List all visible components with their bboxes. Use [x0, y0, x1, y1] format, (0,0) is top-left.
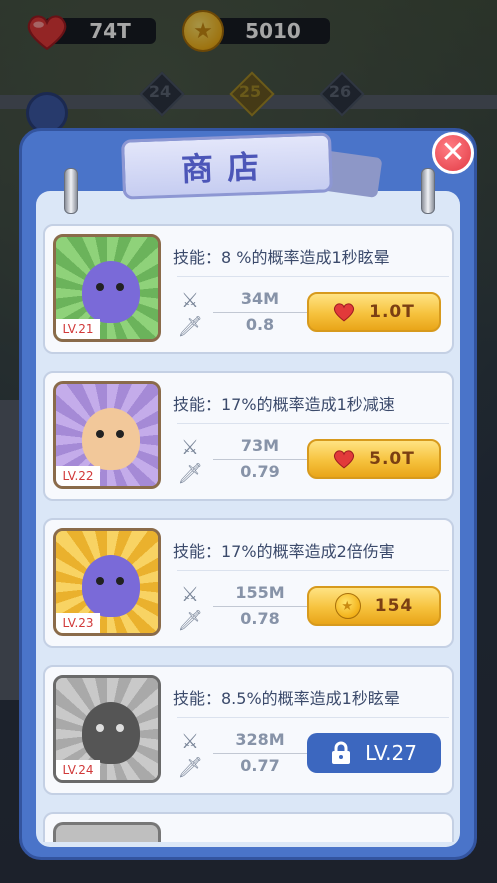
sword-speed-icon: 🗡	[177, 608, 203, 632]
shop-title: 商店	[121, 132, 333, 200]
sword-speed-icon: 🗡	[177, 461, 203, 485]
hero-character	[82, 261, 140, 323]
crossed-swords-icon: ⚔	[181, 582, 199, 606]
shop-item-card: LV.22 技能：17%的概率造成1秒减速 ⚔ 73M 🗡 0.79 5.0T	[43, 371, 454, 501]
crossed-swords-icon: ⚔	[181, 435, 199, 459]
speed-stat: 🗡 0.78	[177, 608, 280, 632]
price-label: 1.0T	[369, 302, 415, 322]
speed-stat: 🗡 0.79	[177, 461, 280, 485]
hero-level-tag: LV.21	[56, 319, 100, 339]
skill-description: 技能：17%的概率造成1秒减速	[173, 395, 395, 414]
attack-stat: ⚔ 155M	[177, 582, 323, 607]
hero-portrait: LV.23	[53, 528, 161, 636]
hero-portrait: LV.21	[53, 234, 161, 342]
hero-level-tag: LV.23	[56, 613, 100, 633]
hero-portrait: LV.24	[53, 675, 161, 783]
binder-ring-icon	[64, 168, 78, 214]
buy-button[interactable]: ★ 154	[307, 586, 441, 626]
coin-icon: ★	[334, 593, 361, 619]
hero-level-tag: LV.24	[56, 760, 100, 780]
price-label: 154	[374, 596, 414, 616]
shop-item-card: LV.21 技能：8 %的概率造成1秒眩晕 ⚔ 34M 🗡 0.8 1.0T	[43, 224, 454, 354]
hero-portrait	[53, 822, 161, 842]
hero-portrait: LV.22	[53, 381, 161, 489]
price-label: 5.0T	[369, 449, 415, 469]
binder-ring-icon	[421, 168, 435, 214]
hero-character	[82, 702, 140, 764]
speed-stat: 🗡 0.8	[177, 314, 275, 338]
shop-item-card-partial	[43, 812, 454, 842]
attack-stat: ⚔ 73M	[177, 435, 323, 460]
hero-character	[82, 555, 140, 617]
lock-icon	[332, 741, 351, 764]
hero-level-tag: LV.22	[56, 466, 100, 486]
sword-speed-icon: 🗡	[177, 314, 203, 338]
buy-button[interactable]: 5.0T	[307, 439, 441, 479]
shop-item-card: LV.24 技能：8.5%的概率造成1秒眩晕 ⚔ 328M 🗡 0.77 LV.…	[43, 665, 454, 795]
locked-button[interactable]: LV.27	[307, 733, 441, 773]
skill-description: 技能：8 %的概率造成1秒眩晕	[173, 248, 390, 267]
shop-item-card: LV.23 技能：17%的概率造成2倍伤害 ⚔ 155M 🗡 0.78 ★ 15…	[43, 518, 454, 648]
heart-icon	[334, 450, 355, 469]
crossed-swords-icon: ⚔	[181, 729, 199, 753]
sword-speed-icon: 🗡	[177, 755, 203, 779]
crossed-swords-icon: ⚔	[181, 288, 199, 312]
speed-stat: 🗡 0.77	[177, 755, 280, 779]
close-button[interactable]: ✕	[432, 132, 474, 174]
heart-icon	[334, 303, 355, 322]
buy-button[interactable]: 1.0T	[307, 292, 441, 332]
skill-description: 技能：8.5%的概率造成1秒眩晕	[173, 689, 400, 708]
unlock-level-label: LV.27	[365, 741, 417, 765]
skill-description: 技能：17%的概率造成2倍伤害	[173, 542, 395, 561]
attack-stat: ⚔ 328M	[177, 729, 323, 754]
attack-stat: ⚔ 34M	[177, 288, 323, 313]
hero-character	[82, 408, 140, 470]
